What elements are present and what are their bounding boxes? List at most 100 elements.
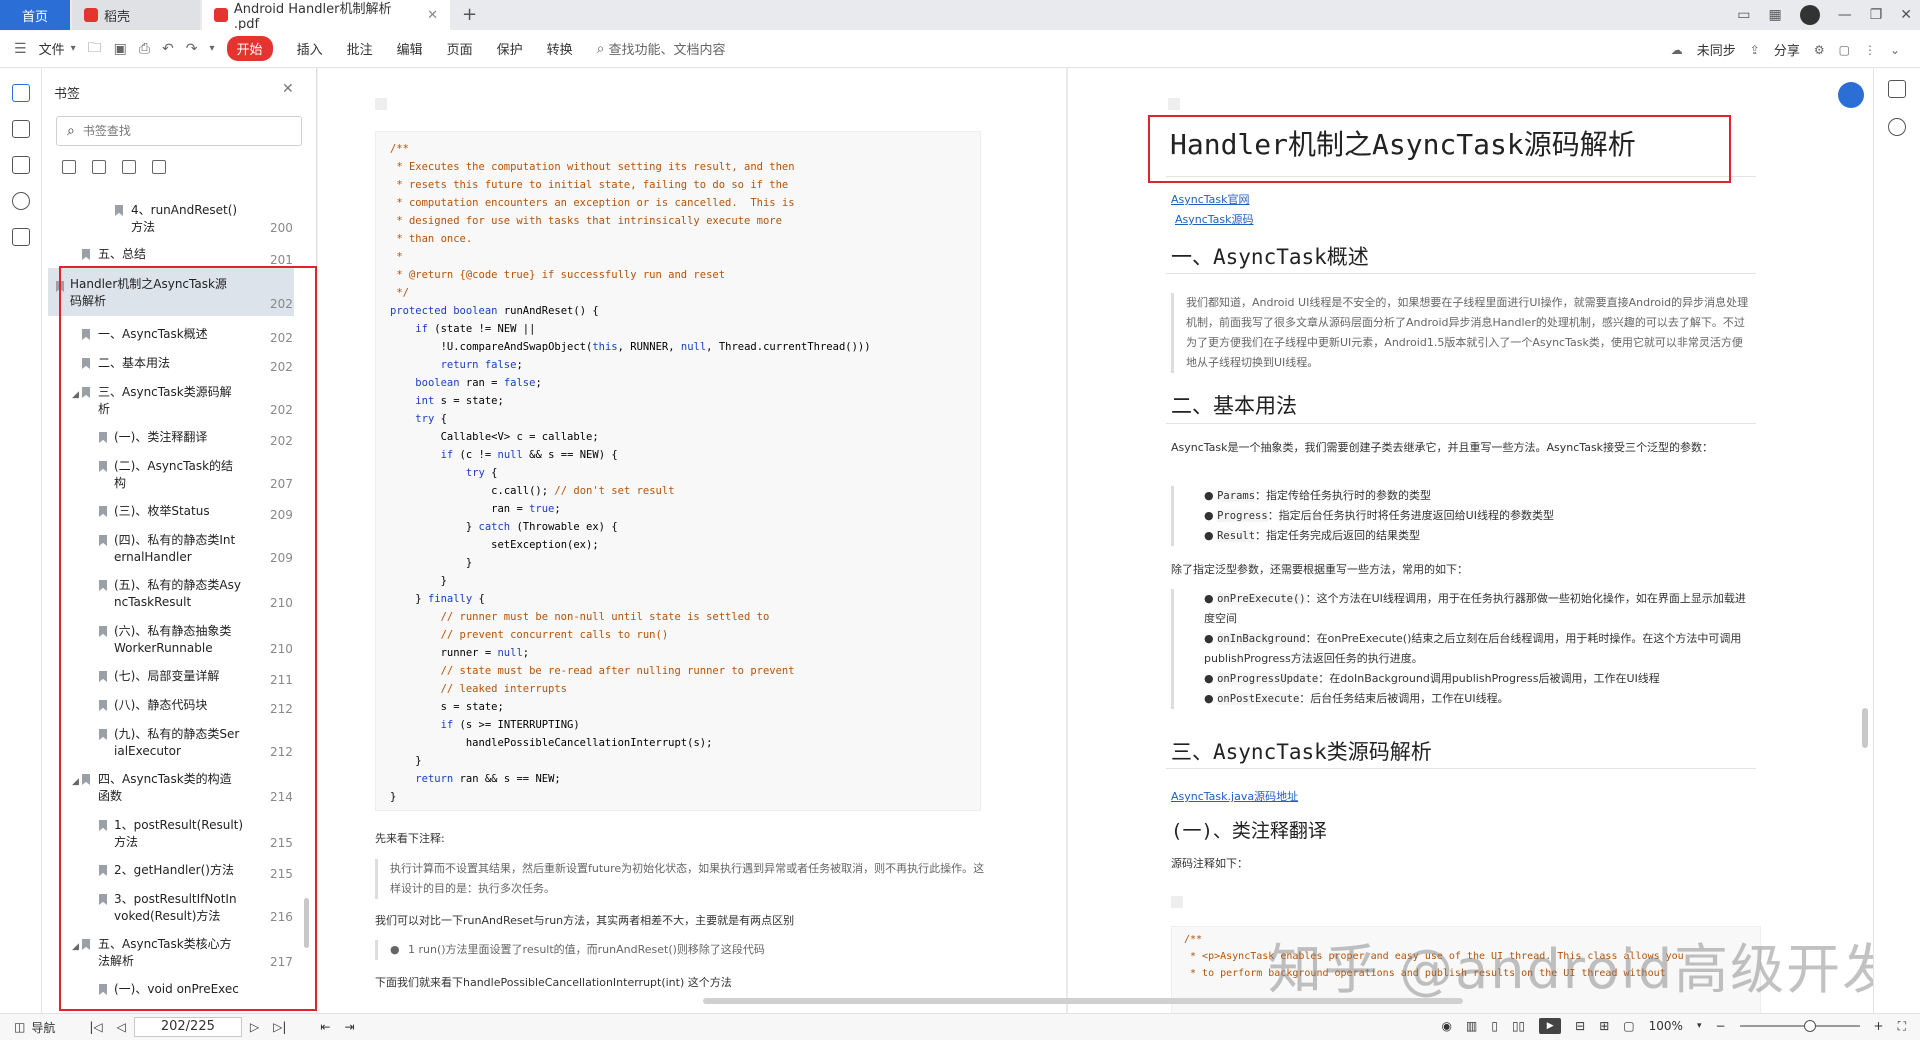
chevron-down-icon[interactable]: ▾ (71, 43, 76, 54)
doc-scrollbar-thumb[interactable] (1862, 708, 1868, 748)
tab-bar: 首页 稻壳 Android Handler机制解析 .pdf ✕ + ▭ ▦ — … (0, 0, 1920, 32)
collapse-icon[interactable]: ⌄ (1890, 43, 1900, 57)
divider (1166, 768, 1756, 769)
list-item: ● Result：指定任务完成后返回的结果类型 (1204, 529, 1421, 542)
settings-icon[interactable]: ⚙ (1814, 43, 1825, 57)
undo-icon[interactable]: ↶ (162, 41, 174, 57)
code-line: * Executes the computation without setti… (390, 161, 795, 173)
window-close-icon[interactable]: ✕ (1900, 7, 1912, 23)
status-bar: ◫ 导航 |◁ ◁ 202/225 ▷ ▷| ⇤ ⇥ ◉ ▥ ▯ ▯▯ ▶ ⊟ … (0, 1013, 1920, 1040)
zoom-dropdown-icon[interactable]: ▾ (1697, 1021, 1702, 1031)
file-menu[interactable]: 文件 (39, 39, 65, 58)
grid-icon[interactable]: ▦ (1768, 7, 1781, 23)
comment-icon[interactable]: ▢ (1839, 43, 1850, 57)
close-icon[interactable]: ✕ (427, 8, 438, 23)
tab-daoke[interactable]: 稻壳 (72, 0, 200, 30)
tab-start[interactable]: 开始 (226, 36, 273, 61)
page-view-icon[interactable]: ▯ (1491, 1019, 1498, 1033)
paragraph: 我们可以对比一下runAndReset与run方法，其实两者相差不大，主要就是有… (375, 914, 795, 927)
tab-convert[interactable]: 转换 (547, 39, 573, 58)
bookmark-search[interactable]: ⌕ (56, 116, 302, 146)
section-heading: 二、基本用法 (1171, 394, 1297, 418)
first-page-icon[interactable]: |◁ (89, 1020, 102, 1034)
search-icon[interactable] (1888, 118, 1906, 136)
code-line: // prevent concurrent calls to run() (390, 629, 669, 641)
avatar[interactable] (1799, 5, 1820, 25)
feature-search[interactable]: 查找功能、文档内容 (609, 39, 726, 58)
bookmark-panel-title: 书签 (54, 87, 81, 102)
blockquote: 我们都知道，Android UI线程是不安全的，如果想要在子线程里面进行UI操作… (1171, 293, 1751, 373)
restore-icon[interactable]: ❐ (1870, 7, 1883, 23)
collapse-all-icon[interactable] (92, 160, 106, 174)
expand-all-icon[interactable] (62, 160, 76, 174)
properties-icon[interactable] (1888, 80, 1906, 98)
bookmark-flag-icon (82, 249, 90, 260)
share-icon: ⇪ (1749, 42, 1760, 57)
document-area: /** * Executes the computation without s… (318, 68, 1873, 1013)
nav-icon[interactable]: ◫ (14, 1020, 25, 1034)
tab-protect[interactable]: 保护 (497, 39, 523, 58)
comment-panel-icon[interactable] (12, 156, 30, 174)
bookmark-panel-icon[interactable] (12, 84, 30, 102)
last-page-icon[interactable]: ▷| (273, 1020, 286, 1034)
translate-float-icon[interactable] (1838, 82, 1864, 108)
signature-icon[interactable] (12, 228, 30, 246)
more-icon[interactable]: ▾ (210, 43, 215, 54)
section-heading: 三、AsyncTask类源码解析 (1171, 740, 1432, 764)
next-page-icon[interactable]: ▷ (250, 1020, 259, 1034)
sync-status[interactable]: 未同步 (1697, 40, 1736, 59)
bookmark-icon[interactable] (152, 160, 166, 174)
prev-page-icon[interactable]: ◁ (117, 1020, 126, 1034)
save-icon[interactable]: ▣ (114, 41, 127, 57)
close-icon[interactable]: ✕ (282, 81, 294, 97)
thumbnail-icon[interactable] (12, 120, 30, 138)
print-icon[interactable]: ⎙ (139, 41, 150, 57)
single-page-icon[interactable]: ▥ (1466, 1019, 1477, 1033)
code-line: */ (390, 287, 409, 299)
back-icon[interactable]: ⇤ (320, 1020, 330, 1034)
blockquote-list: ● 1 run()方法里面设置了result的值，而runAndReset()则… (375, 940, 995, 960)
zoom-slider[interactable] (1739, 1020, 1860, 1032)
nav-label[interactable]: 导航 (31, 1019, 55, 1036)
eye-icon[interactable]: ◉ (1442, 1019, 1452, 1033)
layout-icon[interactable]: ▭ (1737, 7, 1750, 23)
inline-code: Params (1217, 490, 1256, 502)
bookmark-item[interactable]: 五、总结 201 (42, 246, 302, 267)
page-number-input[interactable]: 202/225 (133, 1017, 242, 1037)
tab-page[interactable]: 页面 (447, 39, 473, 58)
double-page-icon[interactable]: ▯▯ (1512, 1019, 1525, 1033)
tab-annotate[interactable]: 批注 (347, 39, 373, 58)
menu-icon[interactable]: ☰ (14, 41, 27, 57)
fit-page-icon[interactable]: ⊞ (1599, 1019, 1609, 1033)
zoom-slider-handle[interactable] (1803, 1020, 1816, 1032)
bookmark-search-input[interactable] (82, 124, 273, 138)
tab-edit[interactable]: 编辑 (397, 39, 423, 58)
bookmark-flag-icon (115, 205, 123, 216)
fit-width-icon[interactable]: ⊟ (1575, 1019, 1585, 1033)
zoom-level[interactable]: 100% (1649, 1019, 1683, 1033)
play-icon[interactable]: ▶ (1539, 1018, 1562, 1034)
new-tab-icon[interactable]: + (462, 4, 477, 25)
open-icon[interactable]: 🗀 (88, 37, 102, 61)
tab-home[interactable]: 首页 (0, 0, 70, 30)
bookmark-item[interactable]: 4、runAndReset() 方法 200 (42, 202, 302, 238)
tab-insert[interactable]: 插入 (297, 39, 323, 58)
link-asynctask-official[interactable]: AsyncTask官网 (1171, 191, 1250, 207)
share-button[interactable]: 分享 (1774, 40, 1800, 59)
tab-document[interactable]: Android Handler机制解析 .pdf ✕ (202, 0, 450, 32)
add-bookmark-icon[interactable] (122, 160, 136, 174)
link-asynctask-source[interactable]: AsyncTask源码 (1175, 211, 1254, 227)
code-line: c.call(); // don't set result (491, 485, 675, 497)
link-asynctask-java[interactable]: AsyncTask.java源码地址 (1171, 788, 1298, 804)
tab-daoke-label: 稻壳 (104, 9, 131, 25)
zoom-out-icon[interactable]: − (1715, 1019, 1725, 1033)
minimize-icon[interactable]: — (1838, 7, 1852, 23)
forward-icon[interactable]: ⇥ (344, 1020, 354, 1034)
fullscreen-icon[interactable]: ⛶ (1898, 1019, 1906, 1034)
redo-icon[interactable]: ↷ (186, 41, 198, 57)
more-options-icon[interactable]: ⋮ (1864, 43, 1876, 57)
attachment-icon[interactable] (12, 192, 30, 210)
zoom-in-icon[interactable]: + (1874, 1019, 1884, 1033)
code-line: ran = true; (491, 503, 561, 515)
actual-size-icon[interactable]: ▢ (1623, 1019, 1634, 1033)
